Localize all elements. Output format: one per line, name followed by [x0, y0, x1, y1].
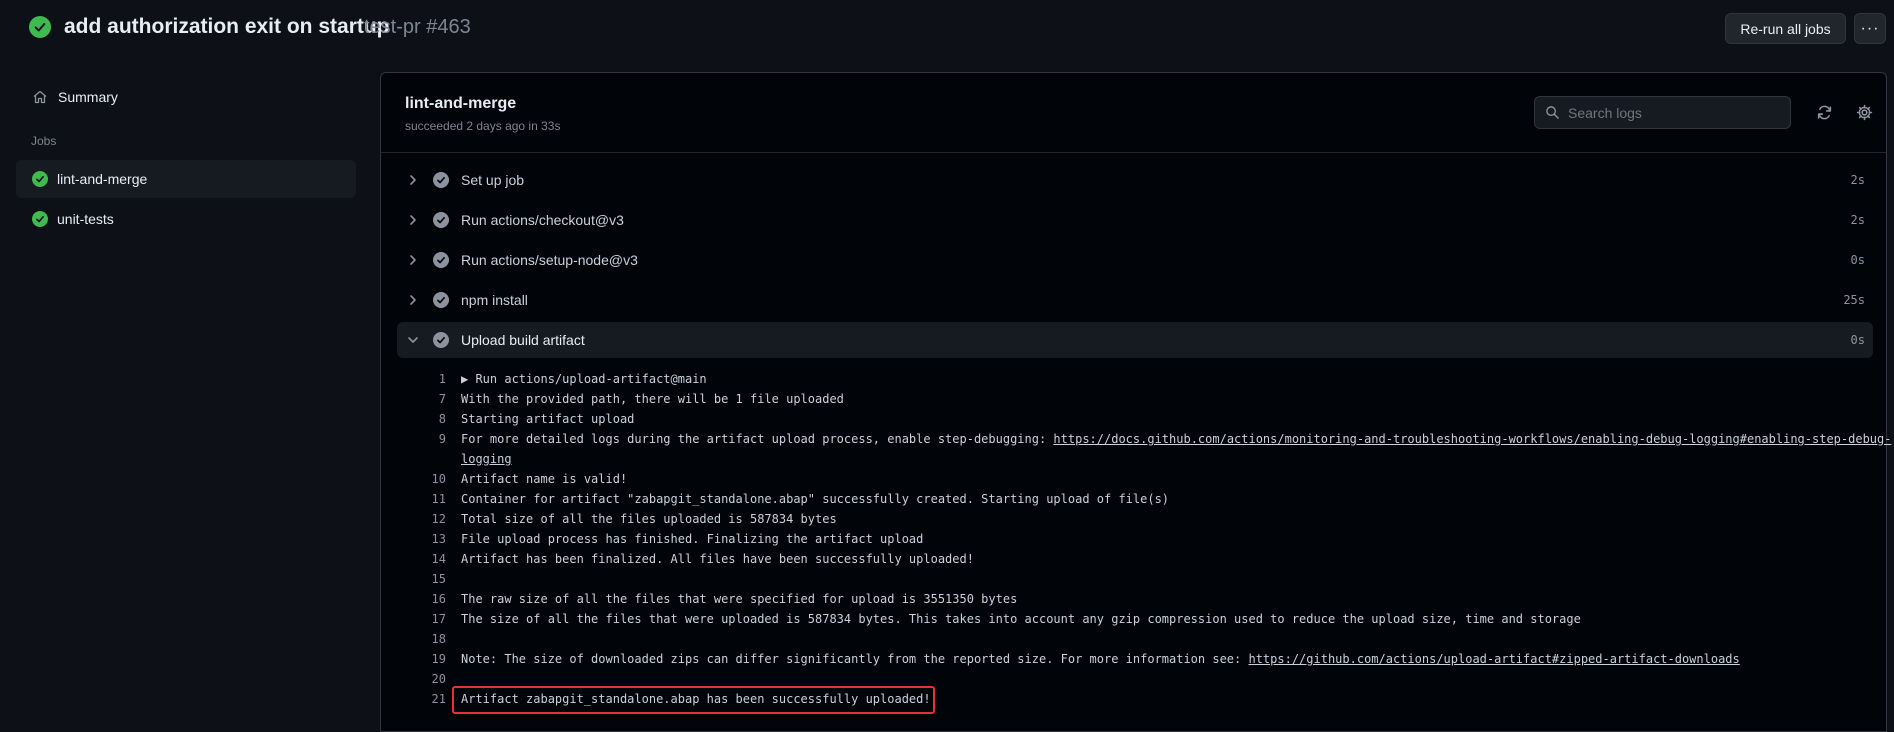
- sidebar-item-unit-tests[interactable]: unit-tests: [16, 200, 356, 238]
- step-name: Set up job: [461, 172, 525, 188]
- sidebar-item-lint-and-merge[interactable]: lint-and-merge: [16, 160, 356, 198]
- step-name: Run actions/checkout@v3: [461, 212, 624, 228]
- chevron-right-icon: [405, 172, 421, 188]
- step-upload-build-artifact[interactable]: Upload build artifact 0s: [397, 322, 1873, 358]
- highlight-annotation-box: [452, 686, 935, 714]
- run-subtitle[interactable]: test-pr #463: [364, 16, 471, 39]
- step-success-icon: [433, 292, 449, 308]
- debug-logging-link-cont[interactable]: logging: [461, 452, 512, 466]
- step-setup-node[interactable]: Run actions/setup-node@v3 0s: [397, 242, 1873, 278]
- step-success-icon: [433, 172, 449, 188]
- sidebar-item-label: unit-tests: [57, 211, 114, 227]
- step-duration: 0s: [1850, 253, 1865, 267]
- success-check-icon: [32, 171, 48, 187]
- sidebar-item-summary[interactable]: Summary: [16, 80, 356, 114]
- step-set-up-job[interactable]: Set up job 2s: [397, 162, 1873, 198]
- job-status: succeeded 2 days ago in 33s: [405, 119, 561, 133]
- more-options-button[interactable]: ···: [1854, 13, 1886, 44]
- step-name: Run actions/setup-node@v3: [461, 252, 638, 268]
- step-checkout[interactable]: Run actions/checkout@v3 2s: [397, 202, 1873, 238]
- jobs-heading: Jobs: [31, 134, 57, 148]
- step-duration: 2s: [1850, 173, 1865, 187]
- job-header: lint-and-merge succeeded 2 days ago in 3…: [381, 73, 1886, 153]
- search-logs-input[interactable]: [1568, 104, 1768, 121]
- sidebar-item-label: lint-and-merge: [57, 171, 148, 187]
- chevron-right-icon: [405, 252, 421, 268]
- debug-logging-link[interactable]: https://docs.github.com/actions/monitori…: [1053, 432, 1891, 446]
- chevron-right-icon: [405, 292, 421, 308]
- step-success-icon: [433, 252, 449, 268]
- step-npm-install[interactable]: npm install 25s: [397, 282, 1873, 318]
- gear-icon: [1856, 104, 1872, 120]
- success-check-icon: [32, 211, 48, 227]
- settings-button[interactable]: [1853, 101, 1875, 123]
- step-duration: 25s: [1843, 293, 1865, 307]
- step-duration: 0s: [1850, 333, 1865, 347]
- step-duration: 2s: [1850, 213, 1865, 227]
- refresh-icon: [1817, 105, 1831, 119]
- search-logs-field[interactable]: [1534, 96, 1791, 129]
- chevron-right-icon: [405, 212, 421, 228]
- job-title: lint-and-merge: [405, 95, 517, 112]
- step-name: npm install: [461, 292, 528, 308]
- run-title: add authorization exit on startup: [64, 15, 390, 38]
- chevron-down-icon: [405, 332, 421, 348]
- step-success-icon: [433, 332, 449, 348]
- home-icon: [33, 90, 47, 104]
- step-name: Upload build artifact: [461, 332, 585, 348]
- sidebar-item-label: Summary: [58, 89, 118, 105]
- search-icon: [1546, 106, 1559, 119]
- upload-artifact-docs-link[interactable]: https://github.com/actions/upload-artifa…: [1248, 652, 1739, 666]
- step-success-icon: [433, 212, 449, 228]
- success-check-icon: [29, 16, 51, 38]
- rerun-all-jobs-button[interactable]: Re-run all jobs: [1725, 13, 1846, 44]
- run-header: add authorization exit on startup test-p…: [0, 0, 1894, 56]
- refresh-button[interactable]: [1813, 101, 1835, 123]
